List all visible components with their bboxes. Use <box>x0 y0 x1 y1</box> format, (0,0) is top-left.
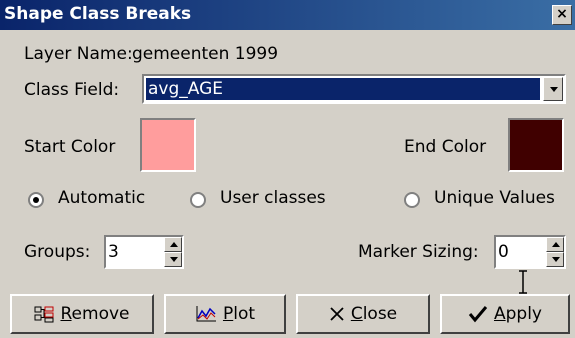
checkmark-icon <box>468 305 488 323</box>
unique-values-radio[interactable] <box>404 192 420 208</box>
automatic-radio[interactable] <box>28 192 44 208</box>
apply-mnemonic: A <box>493 304 506 324</box>
groups-spinner[interactable]: 3 <box>104 235 184 269</box>
remove-label-rest: emove <box>71 304 130 324</box>
end-color-label: End Color <box>404 137 487 157</box>
ibeam-cursor-icon <box>519 270 527 294</box>
close-mnemonic: C <box>350 304 363 324</box>
apply-label: Apply <box>494 304 542 324</box>
automatic-label[interactable]: Automatic <box>58 188 145 208</box>
start-color-swatch[interactable] <box>140 118 196 172</box>
close-window-button[interactable]: × <box>552 5 572 25</box>
close-button[interactable]: Close <box>296 294 430 334</box>
shape-class-breaks-dialog: Shape Class Breaks × Layer Name: gemeent… <box>0 0 575 338</box>
marker-sizing-spin-buttons <box>546 237 564 267</box>
marker-sizing-spinner[interactable]: 0 <box>494 235 566 269</box>
class-field-label: Class Field: <box>24 80 120 100</box>
spin-up-icon <box>552 242 560 247</box>
chevron-down-icon <box>550 87 558 92</box>
groups-label: Groups: <box>24 242 91 262</box>
marker-sizing-value[interactable]: 0 <box>498 242 509 262</box>
remove-label: Remove <box>60 304 129 324</box>
user-classes-radio[interactable] <box>190 192 206 208</box>
plot-chart-icon <box>195 305 217 323</box>
layer-name-label: Layer Name: <box>24 44 133 64</box>
plot-button[interactable]: Plot <box>164 294 286 334</box>
groups-value[interactable]: 3 <box>108 242 119 262</box>
groups-spin-up[interactable] <box>164 237 182 252</box>
spin-down-icon <box>552 257 560 262</box>
start-color-label: Start Color <box>24 137 116 157</box>
close-label: Close <box>351 304 397 324</box>
class-field-value: avg_AGE <box>146 78 540 100</box>
marker-sizing-spin-down[interactable] <box>546 252 564 267</box>
remove-mnemonic: R <box>60 304 72 324</box>
plot-mnemonic: P <box>222 304 234 324</box>
apply-label-rest: pply <box>505 304 542 324</box>
layer-name-value: gemeenten 1999 <box>132 44 279 64</box>
window-title: Shape Class Breaks <box>4 4 192 24</box>
end-color-swatch[interactable] <box>508 118 564 172</box>
plot-label: Plot <box>223 304 255 324</box>
title-bar[interactable]: Shape Class Breaks × <box>0 0 575 30</box>
marker-sizing-label: Marker Sizing: <box>358 242 479 262</box>
user-classes-label[interactable]: User classes <box>220 188 326 208</box>
unique-values-label[interactable]: Unique Values <box>434 188 555 208</box>
x-close-icon <box>329 306 345 322</box>
class-field-dropdown-button[interactable] <box>543 77 563 101</box>
apply-button[interactable]: Apply <box>440 294 570 334</box>
spin-down-icon <box>170 257 178 262</box>
spin-up-icon <box>170 242 178 247</box>
groups-spin-down[interactable] <box>164 252 182 267</box>
remove-button[interactable]: Remove <box>10 294 154 334</box>
close-label-rest: lose <box>362 304 398 324</box>
remove-classes-icon <box>34 305 54 323</box>
marker-sizing-spin-up[interactable] <box>546 237 564 252</box>
radio-dot-icon <box>33 197 39 203</box>
groups-spin-buttons <box>164 237 182 267</box>
class-field-select[interactable]: avg_AGE <box>142 74 566 104</box>
plot-label-rest: lot <box>233 304 256 324</box>
